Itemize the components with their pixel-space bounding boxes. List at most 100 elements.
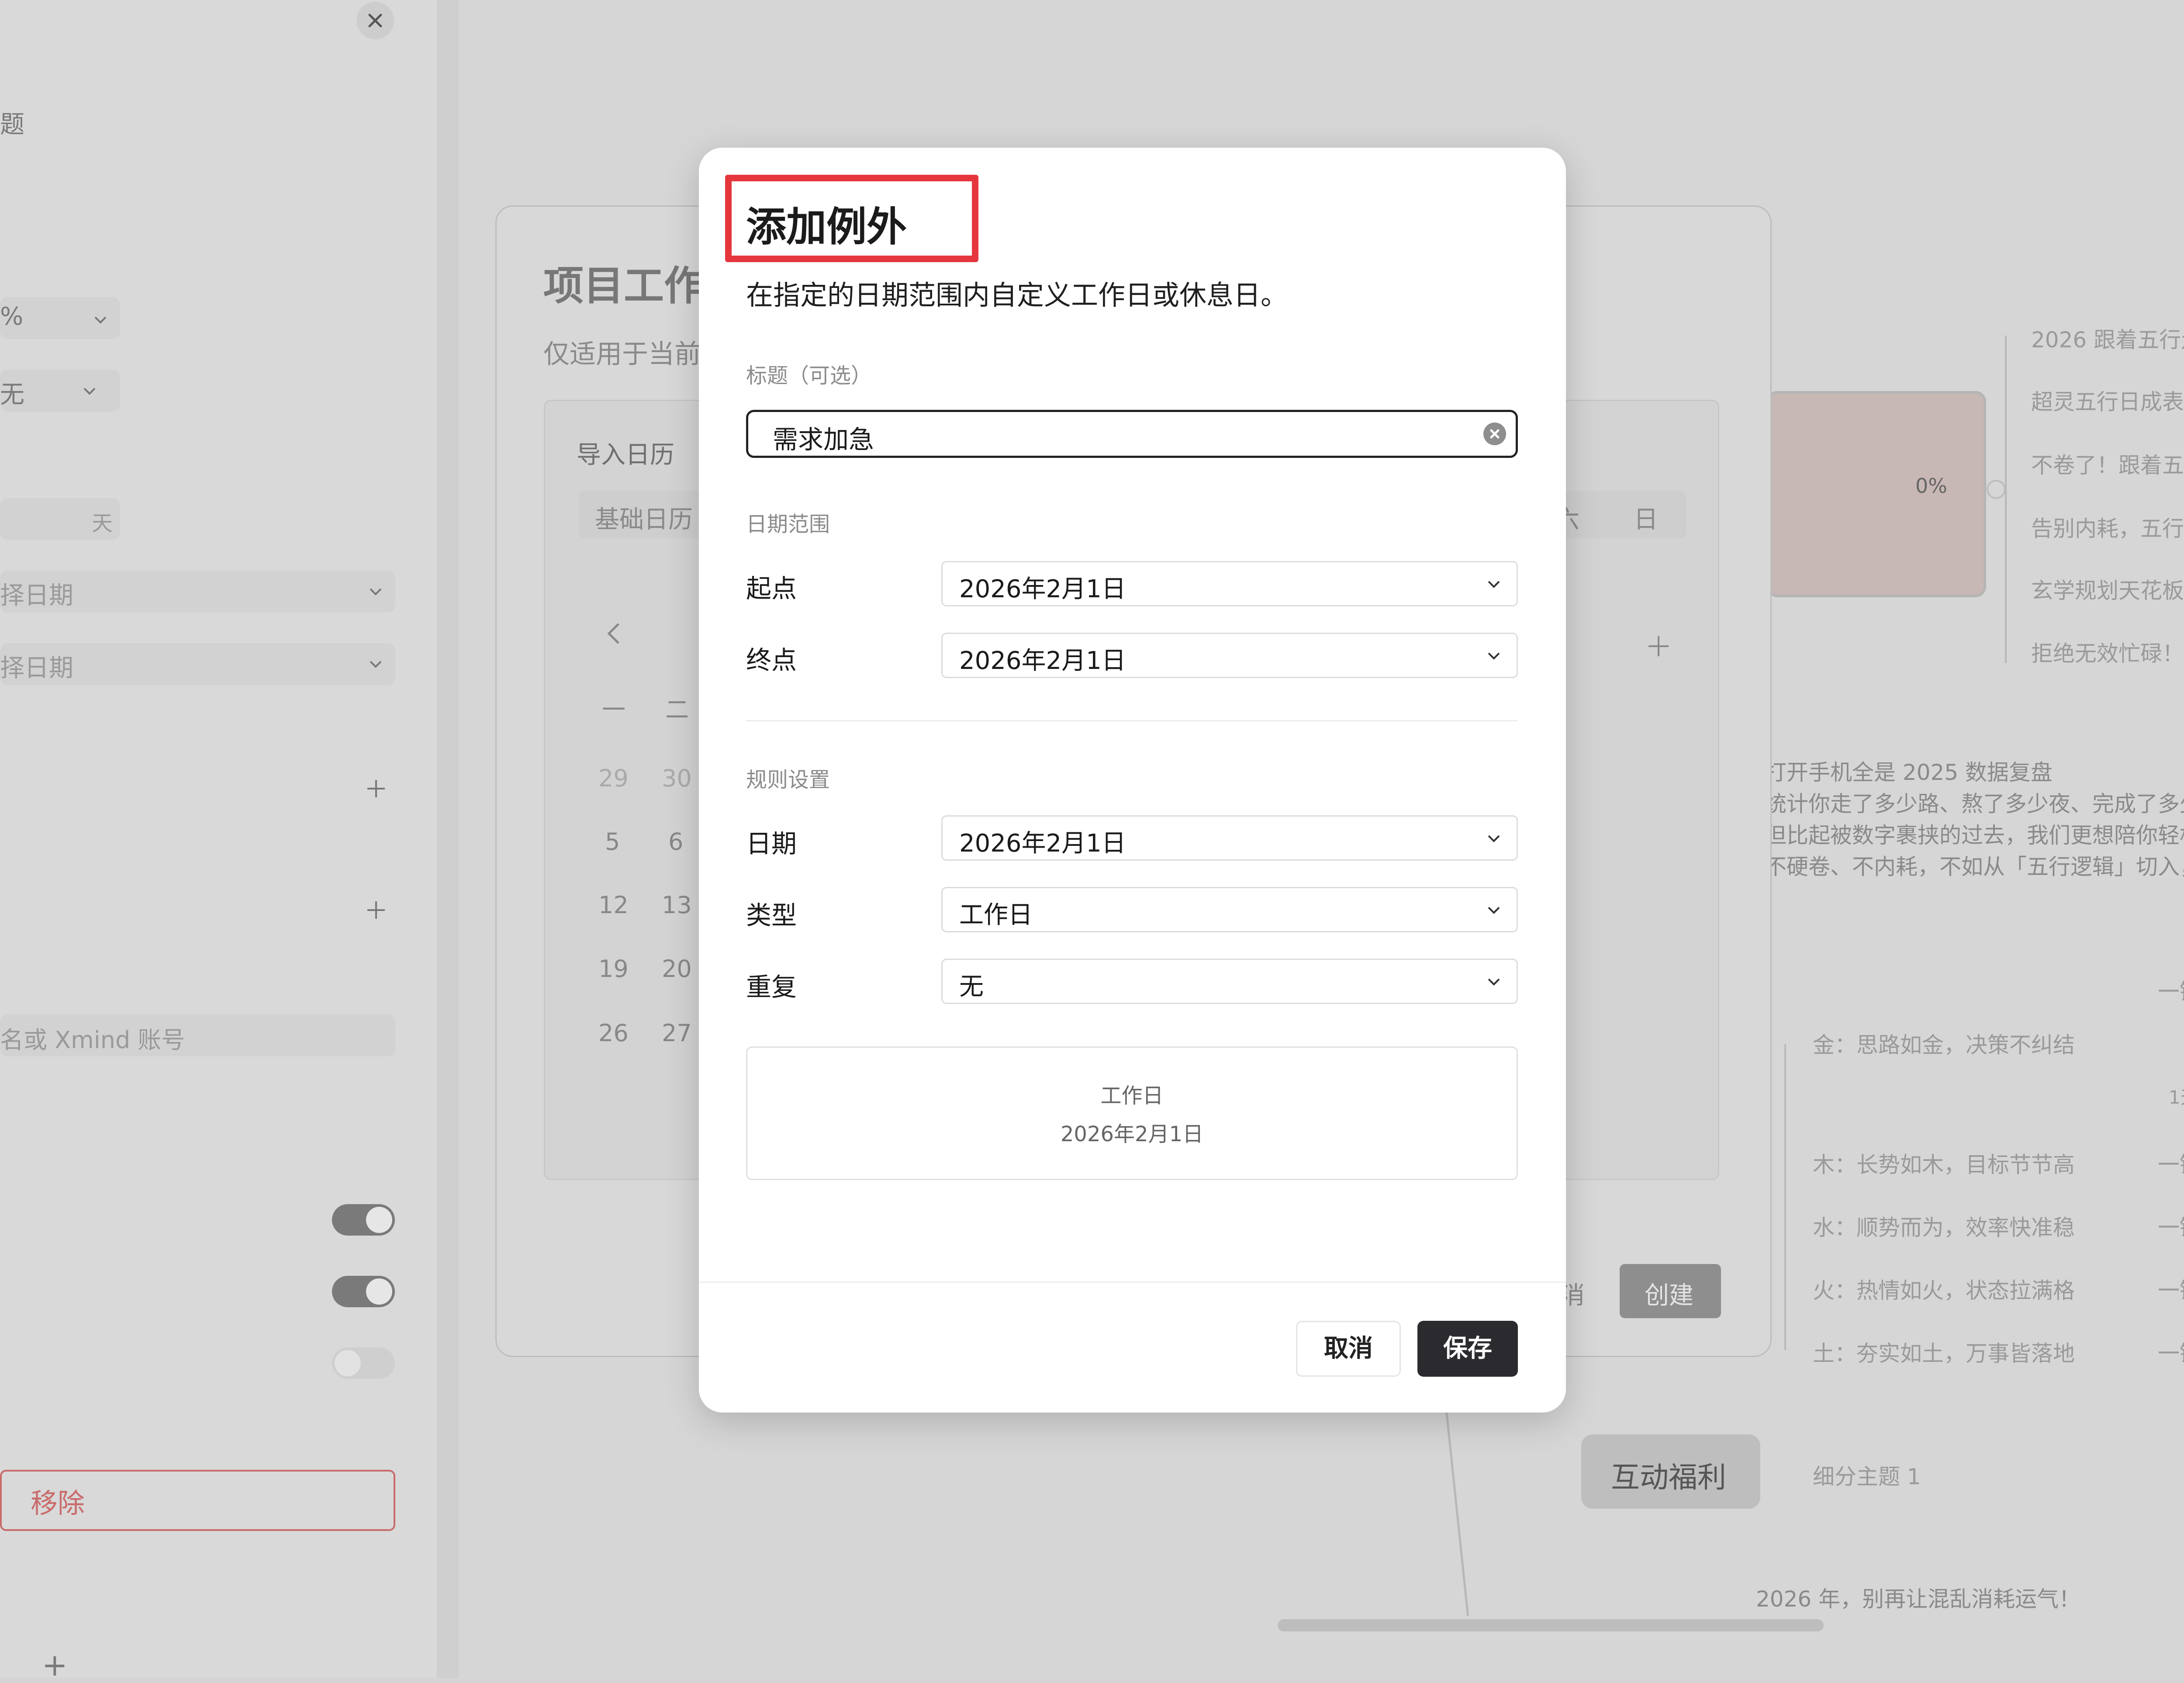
subtopic-label: 细分主题 1 [1813, 1464, 1921, 1489]
calendar-day[interactable]: 19 [598, 955, 629, 983]
exception-preview: 工作日 2026年2月1日 [746, 1046, 1518, 1180]
element-item: 水：顺势而为，效率快准稳 [1813, 1215, 2075, 1240]
branch-line [2005, 336, 2007, 663]
weekday-tue: 二 [665, 696, 689, 724]
chevron-down-icon [1488, 835, 1500, 842]
branch-item: 2026 跟着五行走，让 [2031, 327, 2184, 353]
calendar-day[interactable]: 27 [662, 1019, 692, 1047]
secondary-select-value: 无 [0, 381, 24, 409]
cancel-button[interactable]: 取消 [1296, 1321, 1401, 1377]
one-click-label: 一键生成 [2158, 1152, 2184, 1177]
chevron-down-icon [370, 588, 382, 596]
member-input-placeholder: 名或 Xmind 账号 [0, 1026, 185, 1054]
panel-fragment-text: 题 [0, 111, 24, 139]
end-date-select[interactable]: 2026年2月1日 [941, 633, 1518, 678]
preview-date: 2026年2月1日 [1060, 1122, 1204, 1146]
repeat-label: 重复 [746, 972, 797, 1002]
start-date-select[interactable]: 2026年2月1日 [941, 561, 1518, 606]
chevron-down-icon [1488, 652, 1500, 660]
type-label: 类型 [746, 900, 797, 930]
end-date-placeholder: 择日期 [0, 654, 73, 682]
start-date-value: 2026年2月1日 [959, 575, 1126, 603]
element-item: 木：长势如木，目标节节高 [1813, 1152, 2075, 1177]
bottom-caption: 2026 年，别再让混乱消耗运气！ [1756, 1586, 2081, 1612]
end-label: 终点 [746, 645, 797, 675]
remove-button-label: 移除 [31, 1487, 85, 1519]
rules-label: 规则设置 [746, 768, 830, 792]
weekday-mon: 一 [602, 696, 625, 724]
type-select[interactable]: 工作日 [941, 887, 1518, 932]
calendar-day[interactable]: 30 [662, 765, 692, 792]
add-icon[interactable] [365, 899, 387, 921]
percent-select-value: % [0, 302, 24, 331]
rule-date-value: 2026年2月1日 [959, 829, 1126, 858]
branch-item: 玄学规划天花板！五 [2031, 578, 2184, 603]
project-dialog-title: 项目工作 [543, 263, 705, 309]
rule-date-select[interactable]: 2026年2月1日 [941, 815, 1518, 861]
paragraph-line: 统计你走了多少路、熬了多少夜、完成了多少 K [1765, 791, 2184, 817]
date-range-label: 日期范围 [746, 512, 830, 537]
close-icon[interactable] [356, 2, 394, 39]
element-item: 火：热情如火，状态拉满格 [1813, 1278, 2075, 1303]
repeat-select[interactable]: 无 [941, 959, 1518, 1004]
section-divider [746, 720, 1518, 721]
one-click-label: 一键生成 [2158, 1278, 2184, 1303]
calendar-day[interactable]: 6 [668, 828, 683, 855]
start-label: 起点 [746, 574, 797, 603]
chevron-down-icon [1488, 581, 1500, 588]
title-input-value: 需求加急 [773, 425, 874, 454]
base-calendar-value: 基础日历 [595, 506, 693, 534]
chevron-down-icon [1488, 907, 1500, 914]
add-icon[interactable] [1647, 634, 1670, 658]
repeat-value: 无 [959, 973, 984, 1001]
title-input[interactable]: 需求加急 [746, 410, 1518, 458]
one-click-label: 一键生成 [2158, 1215, 2184, 1240]
calendar-day[interactable]: 13 [662, 891, 692, 919]
dialog-title: 添加例外 [746, 204, 907, 250]
duration-unit: 天 [92, 511, 113, 536]
horizontal-scrollbar[interactable] [1278, 1619, 1824, 1631]
chevron-down-icon [83, 388, 96, 395]
create-button-label: 创建 [1645, 1281, 1693, 1310]
import-calendar-label: 导入日历 [577, 441, 674, 469]
toggle-switch[interactable] [332, 1204, 395, 1236]
toggle-switch[interactable] [332, 1347, 395, 1379]
branch-line [1784, 1044, 1786, 1350]
calendar-day[interactable]: 12 [598, 891, 629, 919]
weekday-sun: 日 [1634, 506, 1658, 534]
calendar-day[interactable]: 5 [605, 828, 620, 855]
progress-node [1767, 391, 1986, 597]
connector-circle [1987, 480, 2006, 499]
branch-item: 不卷了！跟着五行走 [2031, 453, 2184, 478]
paragraph-line: 打开手机全是 2025 数据复盘 [1765, 760, 2053, 785]
title-field-label: 标题（可选） [746, 364, 872, 388]
footer-divider [699, 1281, 1566, 1283]
branch-item: 告别内耗，五行日成 [2031, 516, 2184, 541]
calendar-day[interactable]: 29 [598, 765, 629, 792]
progress-node-value: 0% [1915, 474, 1947, 498]
paragraph-line: 但比起被数字裹挟的过去，我们更想陪你轻松拿 [1765, 823, 2184, 848]
duration-label: 1天 [2169, 1087, 2184, 1108]
element-item: 土：夯实如土，万事皆落地 [1813, 1341, 2075, 1366]
preview-type: 工作日 [1100, 1084, 1164, 1108]
left-settings-panel: 题 % 无 天 择日期 择日期 名或 Xmind 账号 移除 + [0, 0, 437, 1683]
dialog-description: 在指定的日期范围内自定义工作日或休息日。 [746, 279, 1288, 311]
calendar-day[interactable]: 20 [662, 955, 692, 983]
paragraph-line: 不硬卷、不内耗，不如从「五行逻辑」切入，让 [1765, 854, 2184, 880]
chevron-down-icon [370, 661, 382, 668]
element-item: 金：思路如金，决策不纠结 [1813, 1032, 2075, 1058]
branch-item: 超灵五行日成表！用 [2031, 389, 2184, 415]
calendar-day[interactable]: 26 [598, 1019, 629, 1047]
chevron-down-icon [94, 316, 107, 324]
date-label: 日期 [746, 829, 797, 859]
topic-node-label: 互动福利 [1611, 1461, 1726, 1494]
chevron-left-icon[interactable] [603, 620, 625, 647]
branch-item: 拒绝无效忙碌！2026 [2031, 641, 2184, 666]
add-icon[interactable] [365, 778, 387, 800]
panel-divider [437, 0, 459, 1678]
start-date-placeholder: 择日期 [0, 582, 73, 610]
clear-input-icon[interactable] [1483, 422, 1506, 445]
toggle-switch[interactable] [332, 1276, 395, 1307]
save-button[interactable]: 保存 [1417, 1321, 1518, 1377]
end-date-value: 2026年2月1日 [959, 647, 1126, 675]
